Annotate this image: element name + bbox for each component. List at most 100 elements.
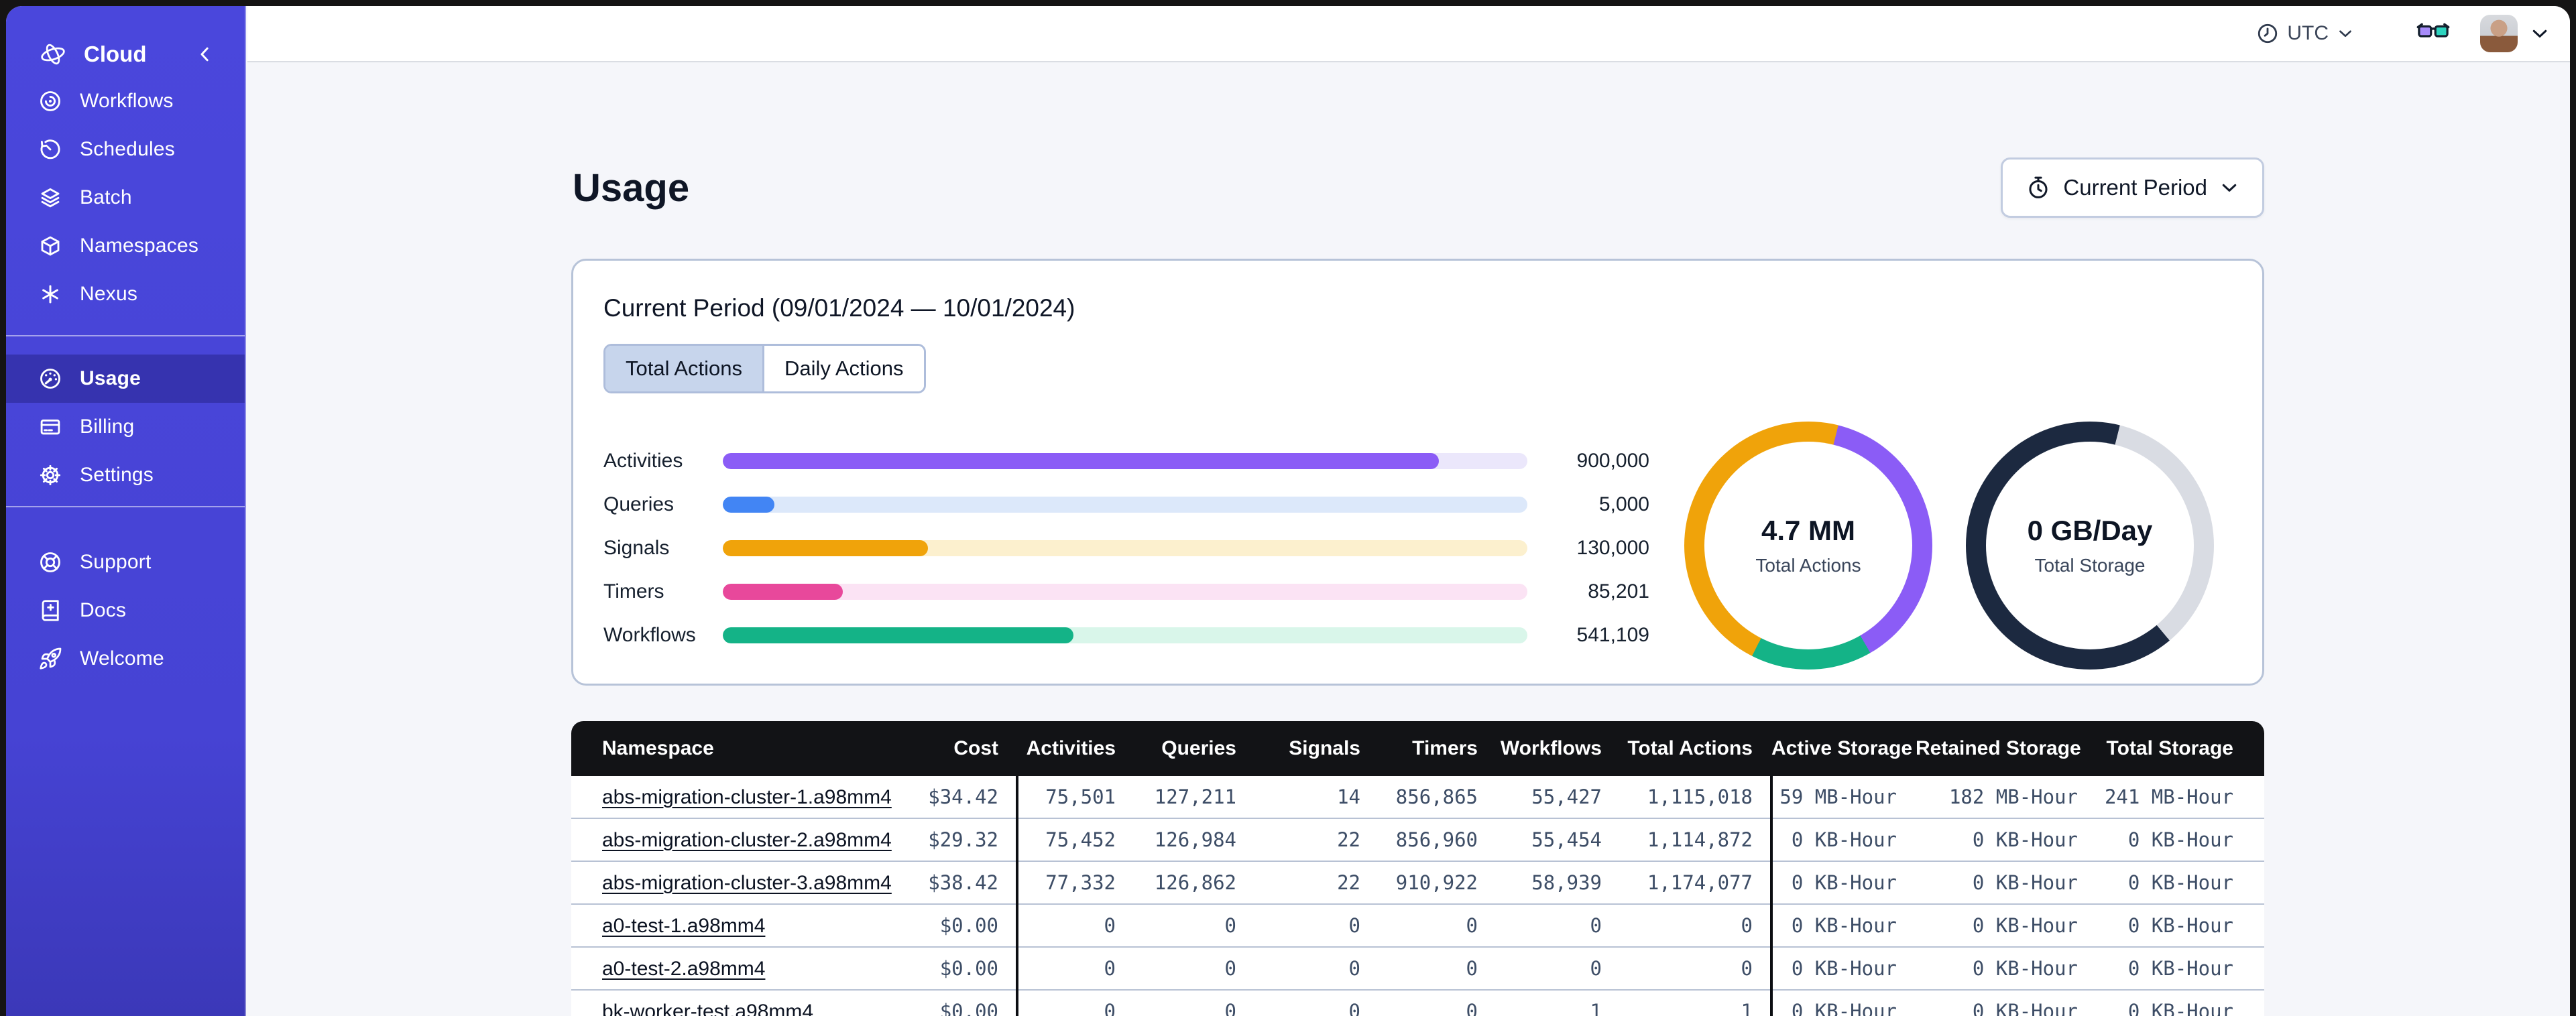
table-cell: 0 KB-Hour — [1791, 828, 1897, 851]
page-title: Usage — [573, 166, 690, 210]
table-cell: 1,115,018 — [1647, 785, 1753, 808]
table-cell: 856,960 — [1395, 828, 1478, 851]
table-cell: 0 — [1104, 957, 1116, 980]
sidebar-item-label: Support — [80, 551, 152, 573]
column-header: Timers — [1412, 737, 1478, 759]
sidebar-item-welcome[interactable]: Welcome — [6, 635, 245, 683]
bar-value: 541,109 — [1576, 623, 1649, 646]
bar-track — [723, 583, 1527, 600]
namespace-link[interactable]: a0-test-1.a98mm4 — [602, 915, 765, 937]
table-row: a0-test-1.a98mm4 $0.00 0 0 0 0 0 0 0 KB-Hour 0 KB… — [571, 905, 2264, 948]
actions-tab-group: Total Actions Daily Actions — [603, 344, 926, 393]
table-cell: 0 KB-Hour — [1791, 1000, 1897, 1016]
bar-row-activities: Activities 900,000 — [603, 439, 1649, 483]
table-header-row: Namespace Cost Activities Queries Signals Tim… — [571, 721, 2264, 776]
bar-fill — [723, 627, 1074, 643]
table-cell: 22 — [1337, 871, 1360, 894]
sidebar-item-label: Nexus — [80, 283, 138, 305]
sidebar-item-namespaces[interactable]: Namespaces — [6, 222, 245, 270]
bar-fill — [723, 583, 843, 600]
table-row: abs-migration-cluster-3.a98mm4 $38.42 77,3… — [571, 862, 2264, 905]
bar-label: Timers — [603, 580, 664, 602]
table-cell: 0 — [1741, 957, 1753, 980]
sidebar-item-docs[interactable]: Docs — [6, 586, 245, 635]
table-row: abs-migration-cluster-1.a98mm4 $34.42 75,5… — [571, 776, 2264, 819]
sidebar: Cloud Workflows Schedules Batch Namespaces N… — [6, 6, 246, 1016]
usage-icon — [38, 367, 62, 391]
bar-row-queries: Queries 5,000 — [603, 483, 1649, 526]
tab-daily-actions[interactable]: Daily Actions — [762, 346, 924, 391]
table-cell: 0 KB-Hour — [1972, 1000, 2078, 1016]
namespaces-icon — [38, 234, 62, 258]
table-cell: 55,454 — [1531, 828, 1602, 851]
sidebar-item-label: Docs — [80, 599, 127, 621]
welcome-icon — [38, 647, 62, 671]
table-cell: 1 — [1741, 1000, 1753, 1016]
table-cell: 58,939 — [1531, 871, 1602, 894]
table-cell: 59 MB-Hour — [1779, 785, 1897, 808]
timezone-selector[interactable]: UTC — [2256, 22, 2354, 45]
namespace-link[interactable]: abs-migration-cluster-1.a98mm4 — [602, 786, 892, 808]
settings-icon — [38, 463, 62, 487]
current-period-card: Current Period (09/01/2024 — 10/01/2024)… — [571, 259, 2264, 686]
table-cell: 910,922 — [1395, 871, 1478, 894]
temporal-cloud-logo-icon — [38, 40, 68, 69]
table-cell: 0 KB-Hour — [2127, 914, 2233, 937]
stopwatch-icon — [2026, 175, 2051, 200]
table-cell: 0 KB-Hour — [2127, 828, 2233, 851]
sidebar-item-label: Usage — [80, 367, 141, 389]
sidebar-item-workflows[interactable]: Workflows — [6, 77, 245, 125]
namespace-cell: a0-test-1.a98mm4 — [571, 914, 853, 938]
bar-value: 900,000 — [1576, 449, 1649, 472]
schedules-icon — [38, 137, 62, 162]
table-cell: 0 — [1348, 1000, 1360, 1016]
namespace-cell: abs-migration-cluster-3.a98mm4 — [571, 871, 892, 895]
avatar[interactable] — [2480, 15, 2518, 52]
sidebar-nav-account: Usage Billing Settings — [6, 355, 245, 499]
sidebar-item-nexus[interactable]: Nexus — [6, 270, 245, 318]
table-cell: $29.32 — [928, 828, 998, 851]
sidebar-item-batch[interactable]: Batch — [6, 174, 245, 222]
sidebar-item-schedules[interactable]: Schedules — [6, 125, 245, 174]
sidebar-item-label: Settings — [80, 464, 154, 486]
period-selector-button[interactable]: Current Period — [2001, 157, 2264, 218]
table-cell: 0 — [1590, 914, 1602, 937]
sidebar-collapse-chevron-left-icon[interactable] — [195, 44, 215, 64]
sidebar-item-usage[interactable]: Usage — [6, 355, 245, 403]
table-cell: 126,862 — [1154, 871, 1236, 894]
table-cell: 0 — [1224, 957, 1236, 980]
column-header: Signals — [1289, 737, 1360, 759]
user-menu-chevron-down-icon[interactable] — [2530, 23, 2550, 44]
sidebar-item-label: Batch — [80, 186, 132, 208]
sidebar-nav-footer: Support Docs Welcome — [6, 538, 245, 683]
bar-row-signals: Signals 130,000 — [603, 526, 1649, 570]
sidebar-item-billing[interactable]: Billing — [6, 403, 245, 451]
table-cell: 0 — [1590, 957, 1602, 980]
table-cell: 77,332 — [1045, 871, 1116, 894]
actions-bar-chart: Activities 900,000 Queries 5,000 Signals 130,… — [603, 439, 1649, 657]
namespace-link[interactable]: bk-worker-test.a98mm4 — [602, 1001, 813, 1016]
namespace-link[interactable]: abs-migration-cluster-3.a98mm4 — [602, 872, 892, 894]
total-storage-label: Total Storage — [2034, 555, 2146, 576]
table-cell: 0 KB-Hour — [1972, 871, 2078, 894]
table-row: a0-test-2.a98mm4 $0.00 0 0 0 0 0 0 0 KB-Hour 0 KB… — [571, 948, 2264, 991]
namespace-link[interactable]: abs-migration-cluster-2.a98mm4 — [602, 829, 892, 851]
column-header: Cost — [953, 737, 998, 759]
sidebar-brand[interactable]: Cloud — [6, 33, 245, 76]
sidebar-divider — [6, 506, 245, 507]
nexus-icon — [38, 282, 62, 306]
app-window: Cloud Workflows Schedules Batch Namespaces N… — [6, 6, 2570, 1016]
column-header: Total Actions — [1627, 737, 1753, 759]
namespace-link[interactable]: a0-test-2.a98mm4 — [602, 958, 765, 980]
table-cell: 0 — [1466, 914, 1478, 937]
topbar: UTC — [247, 6, 2570, 62]
sidebar-item-support[interactable]: Support — [6, 538, 245, 586]
sidebar-item-label: Welcome — [80, 647, 164, 670]
sidebar-divider — [6, 335, 245, 336]
tab-total-actions[interactable]: Total Actions — [605, 346, 763, 391]
table-cell: 55,427 — [1531, 785, 1602, 808]
feedback-glasses-icon[interactable] — [2416, 23, 2451, 44]
sidebar-item-settings[interactable]: Settings — [6, 451, 245, 499]
clock-icon — [2256, 22, 2279, 45]
bar-fill — [723, 452, 1439, 469]
